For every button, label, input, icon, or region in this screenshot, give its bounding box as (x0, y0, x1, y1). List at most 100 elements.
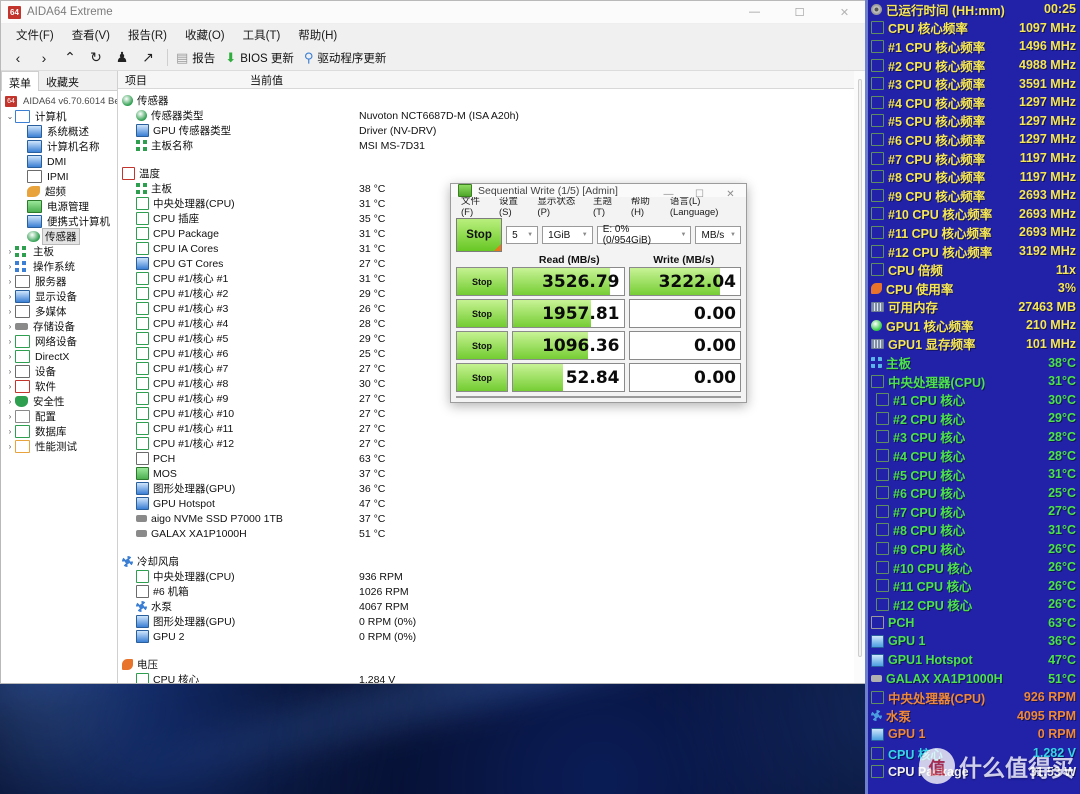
sensor-row[interactable]: GPU 传感器类型 Driver (NV-DRV) (118, 123, 867, 138)
sensor-row[interactable]: CPU 核心 1.284 V (118, 672, 867, 683)
sensor-value: 31 °C (359, 242, 386, 255)
chart-icon[interactable]: ↗ (135, 47, 161, 69)
sidebar-item-19[interactable]: › 安全性 (1, 394, 117, 409)
sensor-row[interactable]: #6 机箱 1026 RPM (118, 584, 867, 599)
sidebar-item-6[interactable]: 电源管理 (1, 199, 117, 214)
tree-expander-icon[interactable]: › (5, 427, 15, 436)
sidebar-item-18[interactable]: › 软件 (1, 379, 117, 394)
toolbar-报告[interactable]: ▤ 报告 (174, 50, 223, 66)
sidebar-item-17[interactable]: › 设备 (1, 364, 117, 379)
tree-expander-icon[interactable]: › (5, 277, 15, 286)
menu-item-2[interactable]: 报告(R) (119, 25, 176, 45)
close-button[interactable]: ✕ (822, 1, 867, 23)
sidebar-item-22[interactable]: › 性能测试 (1, 439, 117, 454)
stop-button-3[interactable]: Stop (456, 363, 508, 392)
dialog-close-button[interactable]: ✕ (715, 184, 746, 205)
tree-expander-icon[interactable]: › (5, 352, 15, 361)
sidebar-item-16[interactable]: › DirectX (1, 349, 117, 364)
sensor-row[interactable]: CPU #1/核心 #10 27 °C (118, 406, 867, 421)
sidebar-item-13[interactable]: › 多媒体 (1, 304, 117, 319)
refresh-icon[interactable]: ↻ (83, 47, 109, 69)
sensor-group-header[interactable]: 冷却风扇 (118, 554, 867, 569)
menu-item-3[interactable]: 收藏(O) (176, 25, 234, 45)
sensor-row[interactable]: aigo NVMe SSD P7000 1TB 37 °C (118, 511, 867, 526)
sidebar-item-7[interactable]: 便携式计算机 (1, 214, 117, 229)
unit-select[interactable]: MB/s ▼ (695, 226, 741, 244)
sensor-row[interactable]: GPU Hotspot 47 °C (118, 496, 867, 511)
menu-item-5[interactable]: 帮助(H) (289, 25, 346, 45)
sidebar-tab-1[interactable]: 收藏夹 (39, 71, 86, 90)
stop-button-2[interactable]: Stop (456, 331, 508, 360)
tree-expander-icon[interactable]: › (5, 247, 15, 256)
target-drive-select[interactable]: E: 0% (0/954GiB) ▼ (596, 224, 692, 246)
tree-expander-icon[interactable]: › (5, 442, 15, 451)
sensor-row[interactable]: PCH 63 °C (118, 451, 867, 466)
sidebar-item-1[interactable]: 系统概述 (1, 124, 117, 139)
maximize-button[interactable]: ☐ (777, 1, 822, 23)
stop-button-1[interactable]: Stop (456, 299, 508, 328)
sensor-row[interactable]: CPU #1/核心 #12 27 °C (118, 436, 867, 451)
tree-expander-icon[interactable]: › (5, 322, 15, 331)
sidebar-item-15[interactable]: › 网络设备 (1, 334, 117, 349)
menu-item-0[interactable]: 文件(F) (7, 25, 63, 45)
sidebar-item-3[interactable]: DMI (1, 154, 117, 169)
users-icon[interactable]: ♟ (109, 47, 135, 69)
menu-item-4[interactable]: 工具(T) (234, 25, 290, 45)
toolbar-驱动程序更新[interactable]: ⚲ 驱动程序更新 (302, 50, 395, 66)
forward-icon[interactable]: › (31, 47, 57, 69)
sensor-group-header[interactable]: 电压 (118, 657, 867, 672)
tree-expander-icon[interactable]: › (5, 412, 15, 421)
tree-expander-icon[interactable]: › (5, 367, 15, 376)
test-size-select[interactable]: 1GiB ▼ (542, 226, 593, 244)
sidebar-item-20[interactable]: › 配置 (1, 409, 117, 424)
sensor-row[interactable]: GPU 2 0 RPM (0%) (118, 629, 867, 644)
tree-root[interactable]: 64 AIDA64 v6.70.6014 Beta (1, 94, 117, 109)
gpu-icon (136, 497, 149, 510)
tree-expander-icon[interactable]: ⌄ (5, 112, 15, 121)
tree-expander-icon[interactable]: › (5, 337, 15, 346)
minimize-button[interactable]: — (732, 1, 777, 23)
sidebar-item-11[interactable]: › 服务器 (1, 274, 117, 289)
menu-item-1[interactable]: 查看(V) (63, 25, 119, 45)
sensor-row[interactable]: 中央处理器(CPU) 936 RPM (118, 569, 867, 584)
sidebar-item-21[interactable]: › 数据库 (1, 424, 117, 439)
dialog-minimize-button[interactable]: — (653, 184, 684, 205)
sensor-group-header[interactable]: 温度 (118, 166, 867, 181)
column-header-value[interactable]: 当前值 (250, 72, 283, 88)
back-icon[interactable]: ‹ (5, 47, 31, 69)
sensor-row[interactable]: 图形处理器(GPU) 0 RPM (0%) (118, 614, 867, 629)
sensor-scrollbar-thumb[interactable] (858, 79, 862, 657)
tree-expander-icon[interactable]: › (5, 262, 15, 271)
sidebar-item-10[interactable]: › 操作系统 (1, 259, 117, 274)
dialog-maximize-button[interactable]: ☐ (684, 184, 715, 205)
column-header-item[interactable]: 项目 (118, 72, 250, 88)
toolbar-BIOS 更新[interactable]: ⬇ BIOS 更新 (223, 50, 302, 66)
sidebar-item-0[interactable]: ⌄ 计算机 (1, 109, 117, 124)
stop-button-0[interactable]: Stop (456, 267, 508, 296)
stop-all-button[interactable]: Stop (456, 218, 503, 252)
sidebar-item-9[interactable]: › 主板 (1, 244, 117, 259)
sidebar-item-8[interactable]: 传感器 (1, 228, 117, 245)
sidebar-item-12[interactable]: › 显示设备 (1, 289, 117, 304)
sidebar-item-4[interactable]: IPMI (1, 169, 117, 184)
tree-expander-icon[interactable]: › (5, 397, 15, 406)
tree-expander-icon[interactable]: › (5, 382, 15, 391)
tree-expander-icon[interactable]: › (5, 292, 15, 301)
sidebar-item-14[interactable]: › 存储设备 (1, 319, 117, 334)
sidebar-tab-0[interactable]: 菜单 (1, 71, 39, 91)
tree-expander-icon[interactable]: › (5, 307, 15, 316)
sensor-row[interactable]: 图形处理器(GPU) 36 °C (118, 481, 867, 496)
sensor-group-header[interactable]: 传感器 (118, 93, 867, 108)
sensor-row[interactable]: MOS 37 °C (118, 466, 867, 481)
sensor-row[interactable]: 主板名称 MSI MS-7D31 (118, 138, 867, 153)
osd-value: 11x (1055, 262, 1076, 277)
sensor-row[interactable]: CPU #1/核心 #11 27 °C (118, 421, 867, 436)
up-icon[interactable]: ⌃ (57, 47, 83, 69)
sidebar-item-5[interactable]: 超频 (1, 184, 117, 199)
disk-icon (15, 323, 28, 330)
sensor-row[interactable]: 水泵 4067 RPM (118, 599, 867, 614)
test-count-select[interactable]: 5 ▼ (506, 226, 539, 244)
sensor-row[interactable]: GALAX XA1P1000H 51 °C (118, 526, 867, 541)
sidebar-item-2[interactable]: 计算机名称 (1, 139, 117, 154)
sensor-row[interactable]: 传感器类型 Nuvoton NCT6687D-M (ISA A20h) (118, 108, 867, 123)
